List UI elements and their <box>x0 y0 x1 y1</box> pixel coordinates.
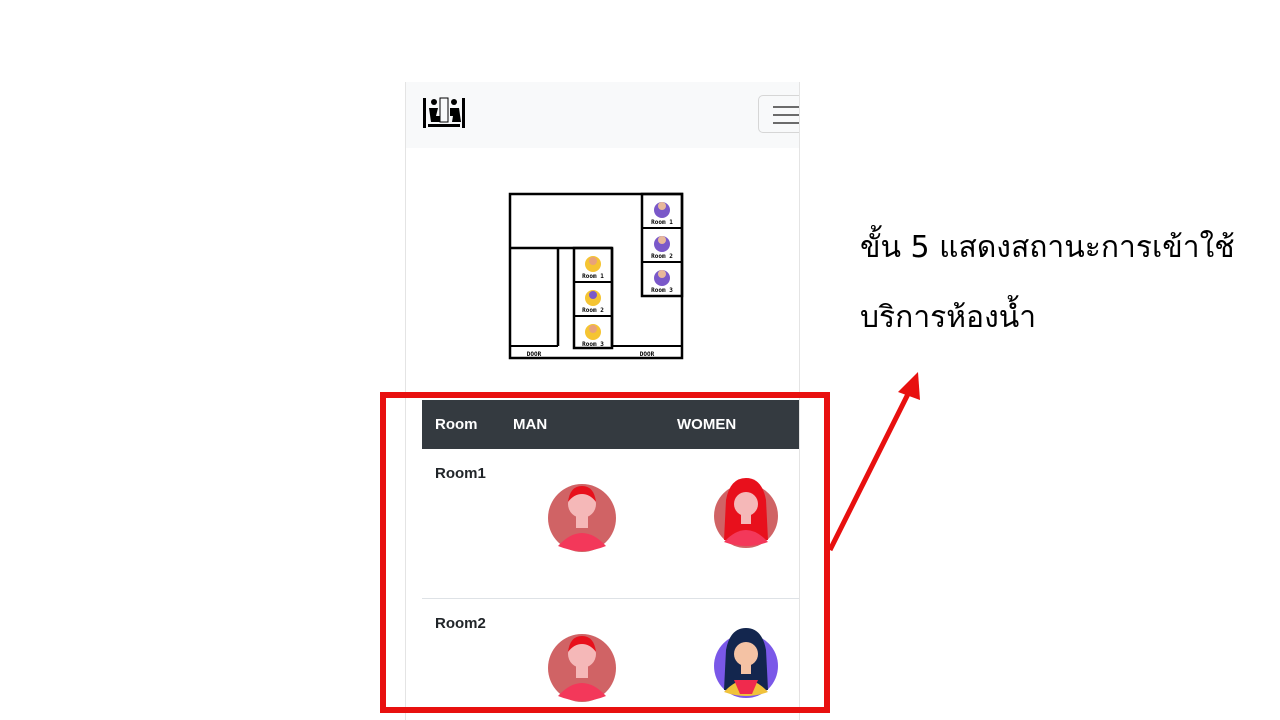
slide: Room 1 Room 2 Room 3 Room 1 Room 2 Room … <box>0 0 1280 720</box>
svg-text:DOOR: DOOR <box>640 351 655 358</box>
svg-text:Room 1: Room 1 <box>582 273 604 280</box>
svg-text:Room 3: Room 3 <box>651 287 673 294</box>
svg-text:DOOR: DOOR <box>527 351 542 358</box>
svg-text:Room 2: Room 2 <box>582 307 604 314</box>
hamburger-menu-icon <box>773 106 799 108</box>
floor-plan: Room 1 Room 2 Room 3 Room 1 Room 2 Room … <box>508 192 684 360</box>
men-room-icons <box>585 256 601 340</box>
caption-line-1: ขั้น 5 แสดงสถานะการเข้าใช้ <box>860 230 1235 265</box>
highlight-box <box>380 392 830 713</box>
svg-text:Room 3: Room 3 <box>582 341 604 348</box>
restroom-logo-icon[interactable] <box>420 96 468 132</box>
svg-text:Room 2: Room 2 <box>651 253 673 260</box>
caption-line-2: บริการห้องน้ำ <box>860 300 1037 335</box>
arrow-icon <box>827 372 920 552</box>
navbar <box>406 82 799 148</box>
menu-toggle-button[interactable] <box>758 95 799 133</box>
svg-text:Room 1: Room 1 <box>651 219 673 226</box>
women-room-icons <box>654 202 670 286</box>
